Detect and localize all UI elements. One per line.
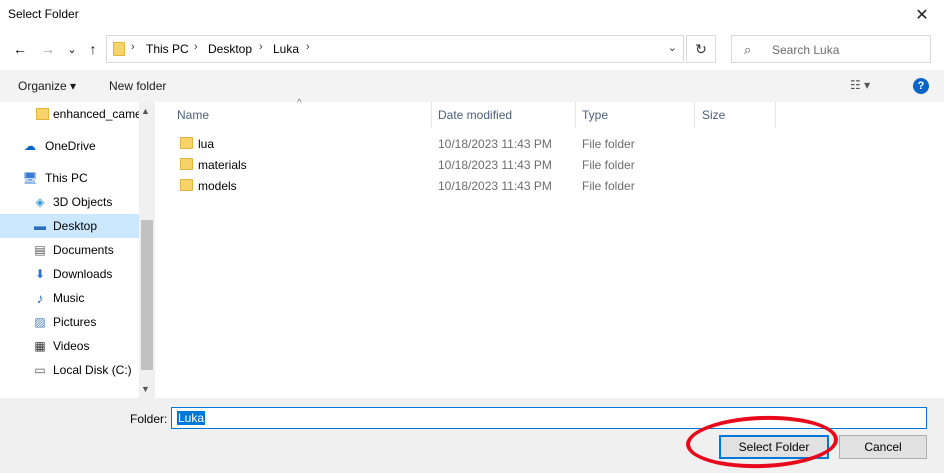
navigation-pane: enhanced_came ☁ OneDrive 🖥 This PC ◈ 3D … (0, 102, 155, 398)
sidebar-item-label: This PC (45, 171, 88, 185)
sidebar-item-label: enhanced_came (53, 107, 142, 121)
sidebar-item-label: Videos (53, 339, 90, 353)
new-folder-button[interactable]: New folder (109, 79, 166, 93)
address-bar[interactable]: › This PC › Desktop › Luka › ⌄ (106, 35, 684, 63)
sidebar-item-label: Music (53, 291, 85, 305)
help-icon[interactable]: ? (913, 78, 929, 94)
back-arrow-icon[interactable]: ← (10, 39, 30, 59)
sidebar-item-enhanced-came[interactable]: enhanced_came (0, 102, 142, 126)
file-type: File folder (582, 137, 635, 151)
folder-label: Folder: (130, 412, 168, 426)
sidebar-item-onedrive[interactable]: ☁ OneDrive (0, 134, 139, 158)
folder-icon (180, 179, 193, 191)
table-row[interactable]: lua 10/18/2023 11:43 PM File folder (176, 134, 876, 154)
forward-arrow-icon[interactable]: → (38, 39, 58, 59)
file-type: File folder (582, 158, 635, 172)
close-icon[interactable]: ✕ (900, 0, 944, 30)
video-icon: ▦ (34, 339, 46, 353)
address-dropdown-icon[interactable]: ⌄ (668, 41, 677, 54)
sidebar-item-label: OneDrive (45, 139, 96, 153)
disk-icon: ▭ (34, 363, 46, 377)
cancel-button[interactable]: Cancel (839, 435, 927, 459)
download-icon: ⬇ (34, 267, 46, 281)
sidebar-item-videos[interactable]: ▦ Videos (0, 334, 139, 358)
up-arrow-icon[interactable]: ↑ (83, 39, 103, 59)
sidebar-item-3d-objects[interactable]: ◈ 3D Objects (0, 190, 139, 214)
scroll-up-icon[interactable]: ▲ (141, 106, 150, 116)
column-header-name[interactable]: Name (177, 108, 209, 122)
sidebar-item-desktop[interactable]: ▬ Desktop (0, 214, 139, 238)
picture-icon: ▨ (34, 315, 46, 329)
folder-icon (34, 106, 50, 122)
view-options-icon[interactable]: ☷ ▾ (850, 78, 870, 92)
sidebar-item-label: Downloads (53, 267, 113, 281)
computer-icon: 🖥 (22, 171, 38, 185)
window-title: Select Folder (8, 7, 79, 21)
folder-name-value: Luka (177, 411, 206, 425)
file-date: 10/18/2023 11:43 PM (438, 158, 552, 172)
sidebar-item-downloads[interactable]: ⬇ Downloads (0, 262, 139, 286)
desktop-icon: ▬ (34, 219, 46, 233)
sidebar-item-music[interactable]: ♪ Music (0, 286, 139, 310)
breadcrumb-separator: › (131, 41, 135, 53)
search-icon: ⌕ (744, 42, 752, 57)
scrollbar-thumb[interactable] (141, 220, 153, 370)
search-box[interactable]: ⌕ Search Luka (731, 35, 931, 63)
sidebar-item-documents[interactable]: ▤ Documents (0, 238, 139, 262)
title-bar: Select Folder ✕ (0, 0, 944, 30)
music-icon: ♪ (36, 290, 44, 306)
command-toolbar: Organize ▾ New folder ☷ ▾ ? (0, 70, 944, 102)
refresh-icon[interactable]: ↻ (686, 35, 716, 63)
sidebar-item-pictures[interactable]: ▨ Pictures (0, 310, 139, 334)
sidebar-item-this-pc[interactable]: 🖥 This PC (0, 166, 139, 190)
file-name: models (198, 179, 237, 193)
table-row[interactable]: models 10/18/2023 11:43 PM File folder (176, 176, 876, 196)
column-divider[interactable] (575, 102, 576, 128)
organize-button[interactable]: Organize ▾ (18, 79, 76, 93)
column-header-type[interactable]: Type (582, 108, 608, 122)
column-header-size[interactable]: Size (702, 108, 725, 122)
file-type: File folder (582, 179, 635, 193)
document-icon: ▤ (34, 243, 46, 257)
sidebar-item-label: Local Disk (C:) (53, 363, 132, 377)
sidebar-item-label: Pictures (53, 315, 97, 329)
sidebar-item-local-disk[interactable]: ▭ Local Disk (C:) (0, 358, 139, 382)
breadcrumb-separator: › (259, 41, 263, 53)
breadcrumb-separator: › (306, 41, 310, 53)
sort-ascending-icon: ^ (297, 98, 302, 109)
cloud-icon: ☁ (24, 139, 36, 153)
folder-icon (180, 137, 193, 149)
search-input[interactable]: Search Luka (772, 43, 839, 57)
table-row[interactable]: materials 10/18/2023 11:43 PM File folde… (176, 155, 876, 175)
file-date: 10/18/2023 11:43 PM (438, 179, 552, 193)
cube-icon: ◈ (35, 195, 45, 209)
column-header-date-modified[interactable]: Date modified (438, 108, 512, 122)
breadcrumb-separator: › (194, 41, 198, 53)
sidebar-item-label: 3D Objects (53, 195, 113, 209)
file-list: ^ Name Date modified Type Size lua 10/18… (156, 98, 944, 398)
breadcrumb-luka[interactable]: Luka (273, 42, 299, 56)
column-divider[interactable] (431, 102, 432, 128)
column-divider[interactable] (775, 102, 776, 128)
scroll-down-icon[interactable]: ▼ (141, 384, 150, 394)
column-divider[interactable] (694, 102, 695, 128)
folder-icon (180, 158, 193, 170)
folder-icon (113, 42, 125, 56)
sidebar-item-label: Documents (53, 243, 114, 257)
recent-locations-chevron-icon[interactable]: ⌄ (62, 39, 82, 59)
file-date: 10/18/2023 11:43 PM (438, 137, 552, 151)
sidebar-item-label: Desktop (53, 219, 98, 233)
breadcrumb-this-pc[interactable]: This PC (146, 42, 189, 56)
file-name: materials (198, 158, 247, 172)
sidebar-scrollbar[interactable]: ▲ ▼ (139, 102, 155, 398)
file-name: lua (198, 137, 215, 151)
breadcrumb-desktop[interactable]: Desktop (208, 42, 252, 56)
